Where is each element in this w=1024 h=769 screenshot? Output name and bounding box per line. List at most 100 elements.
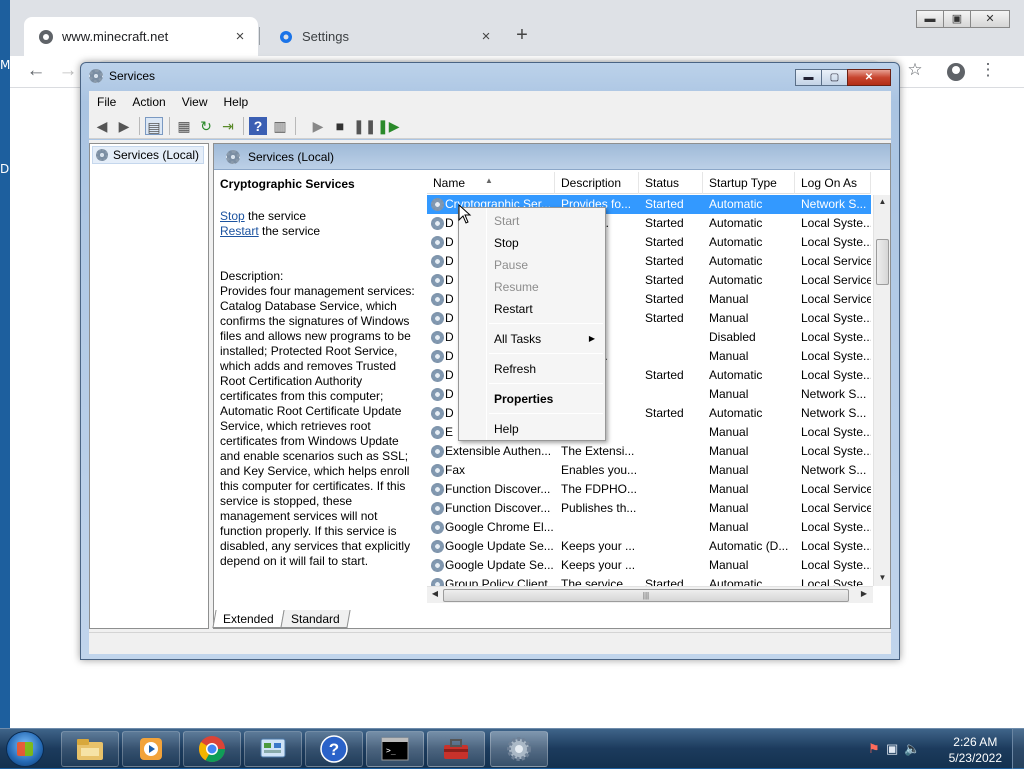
close-tab-icon[interactable]: ×: [478, 28, 494, 45]
cell-status: [645, 328, 701, 347]
minimize-button[interactable]: ▬: [795, 69, 822, 86]
cell-startup-type: Automatic: [709, 406, 763, 420]
column-header-startup-type[interactable]: Startup Type: [703, 172, 795, 194]
column-header-description[interactable]: Description: [555, 172, 639, 194]
control-panel-icon[interactable]: [244, 731, 302, 767]
table-row[interactable]: Fax Enables you... Manual Network S...: [427, 461, 871, 480]
table-row[interactable]: Extensible Authen... The Extensi... Manual…: [427, 442, 871, 461]
export-list-icon[interactable]: ⇥: [219, 117, 237, 135]
tab-settings[interactable]: Settings ×: [264, 17, 504, 56]
bookmark-star-icon[interactable]: ☆: [903, 60, 927, 80]
view-pane-icon[interactable]: ▥: [271, 117, 289, 135]
menu-item-refresh[interactable]: Refresh: [461, 358, 603, 380]
maximize-button[interactable]: ▣: [943, 10, 971, 28]
table-row[interactable]: Function Discover... The FDPHO... Manual Lo…: [427, 480, 871, 499]
scrollbar-thumb[interactable]: [876, 239, 889, 285]
properties-sheet-icon[interactable]: ▦: [175, 117, 193, 135]
toolbar-separator: [139, 117, 140, 135]
toolbox-icon[interactable]: [427, 731, 485, 767]
tab-minecraft[interactable]: www.minecraft.net ×: [24, 17, 258, 56]
profile-avatar-icon[interactable]: [944, 60, 968, 86]
column-header-log-on-as[interactable]: Log On As: [795, 172, 871, 194]
new-tab-button[interactable]: +: [510, 24, 534, 46]
forward-arrow-icon[interactable]: ▶: [115, 117, 133, 135]
restart-service-link[interactable]: Restart: [220, 224, 259, 238]
menu-item-properties[interactable]: Properties: [461, 388, 603, 410]
maximize-button[interactable]: ▢: [821, 69, 848, 86]
cell-status: [645, 499, 701, 518]
column-header-name[interactable]: ▲ Name: [427, 172, 555, 194]
table-row[interactable]: Google Update Se... Keeps your ... Manual L…: [427, 556, 871, 575]
table-row[interactable]: Google Update Se... Keeps your ... Automat…: [427, 537, 871, 556]
service-gear-icon: [431, 236, 444, 249]
cell-startup-type: Automatic: [709, 254, 763, 268]
cell-startup-type: Automatic: [709, 197, 763, 211]
tree-item-services-local[interactable]: Services (Local): [92, 146, 204, 164]
forward-arrow-icon[interactable]: →: [56, 60, 80, 82]
menu-item-restart[interactable]: Restart: [461, 298, 603, 320]
tab-standard[interactable]: Standard: [280, 610, 351, 628]
close-window-button[interactable]: ✕: [970, 10, 1010, 28]
service-gear-icon: [431, 445, 444, 458]
refresh-icon[interactable]: ↻: [197, 117, 215, 135]
volume-icon[interactable]: 🔈: [904, 741, 920, 757]
show-desktop-button[interactable]: [1012, 729, 1024, 769]
services-icon[interactable]: [490, 731, 548, 767]
close-window-button[interactable]: ✕: [847, 69, 891, 86]
scroll-down-icon[interactable]: ▼: [874, 573, 891, 582]
menu-item-all-tasks[interactable]: All Tasks ▶: [461, 328, 603, 350]
stop-service-link[interactable]: Stop: [220, 209, 245, 223]
scroll-right-icon[interactable]: ▶: [857, 589, 871, 598]
menu-help[interactable]: Help: [216, 95, 257, 109]
toolbar-separator: [295, 117, 296, 135]
start-service-icon[interactable]: ▶: [309, 117, 327, 135]
table-row[interactable]: Function Discover... Publishes th... Manua…: [427, 499, 871, 518]
menu-item-help[interactable]: Help: [461, 418, 603, 440]
menu-action[interactable]: Action: [124, 95, 173, 109]
scrollbar-thumb[interactable]: |||: [443, 589, 849, 602]
cmd-icon[interactable]: >_: [366, 731, 424, 767]
close-tab-icon[interactable]: ×: [232, 28, 248, 45]
cell-log-on-as: Local Syste...: [801, 311, 871, 325]
tab-extended[interactable]: Extended: [212, 610, 285, 628]
desktop-label-d: D: [0, 162, 10, 176]
pause-service-icon[interactable]: ❚❚: [353, 117, 376, 135]
scroll-left-icon[interactable]: ◀: [428, 589, 442, 598]
selected-service-title: Cryptographic Services: [220, 177, 355, 191]
explorer-icon[interactable]: [61, 731, 119, 767]
help-icon[interactable]: ?: [305, 731, 363, 767]
menu-item-pause[interactable]: Pause: [461, 254, 603, 276]
start-button[interactable]: [6, 731, 44, 767]
media-player-icon[interactable]: [122, 731, 180, 767]
network-icon[interactable]: ▣: [886, 741, 898, 757]
cell-name: Function Discover...: [445, 482, 551, 496]
back-arrow-icon[interactable]: ◀: [93, 117, 111, 135]
chrome-menu-icon[interactable]: ⋮: [976, 60, 1000, 80]
service-gear-icon: [431, 274, 444, 287]
restart-service-icon[interactable]: ❚▶: [377, 117, 400, 135]
stop-service-icon[interactable]: ■: [331, 117, 349, 135]
cell-status: Started: [645, 368, 684, 382]
table-row[interactable]: Google Chrome El... Manual Local Syste...: [427, 518, 871, 537]
back-arrow-icon[interactable]: ←: [24, 60, 48, 82]
menu-item-start[interactable]: Start: [461, 210, 603, 232]
help-book-icon[interactable]: ?: [249, 117, 267, 135]
scroll-up-icon[interactable]: ▲: [874, 197, 891, 206]
cell-status: Started: [645, 311, 684, 325]
menu-view[interactable]: View: [174, 95, 216, 109]
cell-status: Started: [645, 406, 684, 420]
menu-item-resume[interactable]: Resume: [461, 276, 603, 298]
horizontal-scrollbar[interactable]: ◀ ||| ▶: [427, 586, 873, 603]
column-header-status[interactable]: Status: [639, 172, 703, 194]
vertical-scrollbar[interactable]: ▲ ▼: [873, 195, 890, 586]
show-hide-tree-icon[interactable]: ▤: [145, 117, 163, 135]
minimize-button[interactable]: ▬: [916, 10, 944, 28]
clock[interactable]: 2:26 AM 5/23/2022: [949, 734, 1002, 766]
menu-item-stop[interactable]: Stop: [461, 232, 603, 254]
action-center-flag-icon[interactable]: ⚑: [868, 741, 880, 757]
cell-startup-type: Manual: [709, 444, 749, 458]
service-gear-icon: [431, 217, 444, 230]
cell-startup-type: Manual: [709, 425, 749, 439]
chrome-icon[interactable]: [183, 731, 241, 767]
menu-file[interactable]: File: [89, 95, 124, 109]
